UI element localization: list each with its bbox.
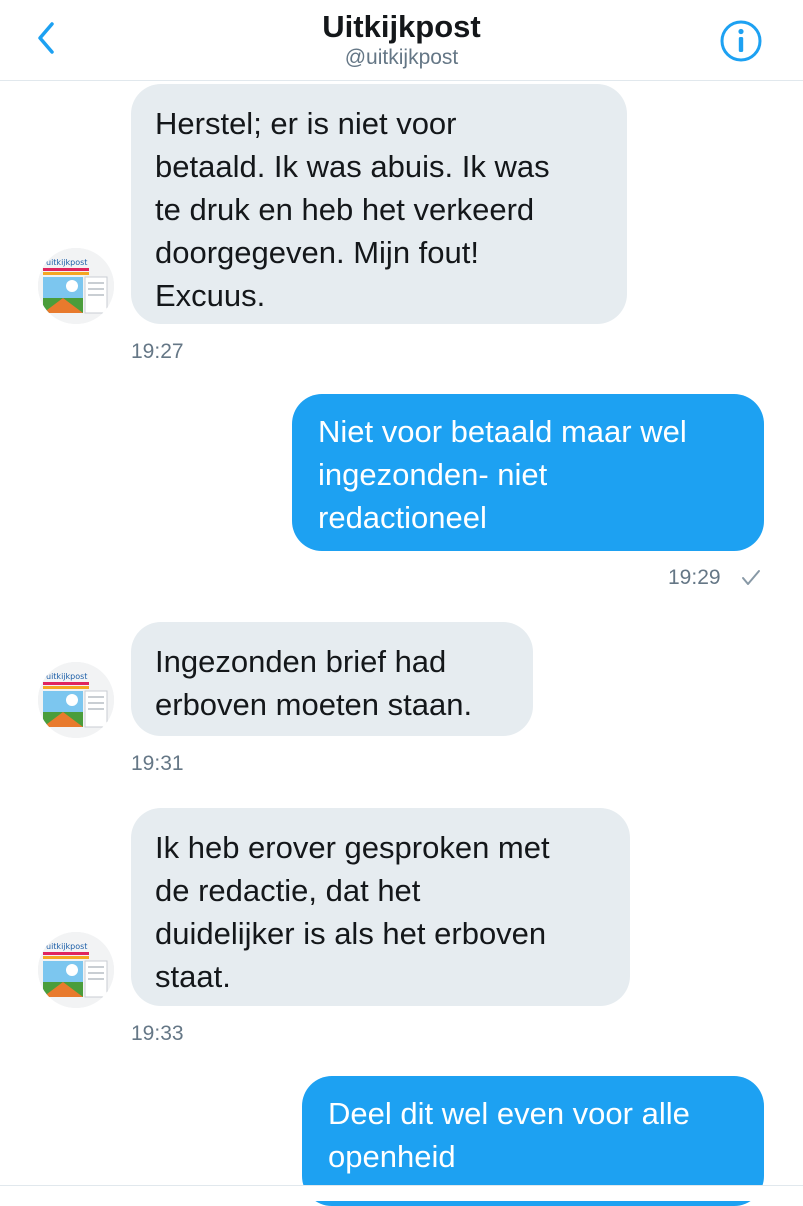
avatar[interactable]: uitkijkpost: [38, 248, 114, 324]
svg-text:uitkijkpost: uitkijkpost: [46, 942, 87, 951]
info-button[interactable]: [718, 18, 764, 64]
conversation-handle: @uitkijkpost: [344, 46, 459, 69]
avatar[interactable]: uitkijkpost: [38, 662, 114, 738]
avatar[interactable]: uitkijkpost: [38, 932, 114, 1008]
info-circle-icon: [720, 20, 762, 62]
avatar-logo-image: uitkijkpost: [38, 932, 114, 1008]
avatar-logo-image: uitkijkpost: [38, 662, 114, 738]
svg-text:uitkijkpost: uitkijkpost: [46, 258, 87, 267]
message-timestamp: 19:31: [131, 752, 184, 775]
svg-text:uitkijkpost: uitkijkpost: [46, 672, 87, 681]
message-bubble-incoming[interactable]: Herstel; er is niet voor betaald. Ik was…: [131, 84, 627, 324]
conversation-title: Uitkijkpost: [322, 9, 481, 44]
message-timestamp: 19:27: [131, 340, 184, 363]
message-timestamp: 19:33: [131, 1022, 184, 1045]
composer-divider: [0, 1185, 803, 1201]
message-bubble-outgoing[interactable]: Niet voor betaald maar wel ingezonden- n…: [292, 394, 764, 551]
conversation-header: Uitkijkpost @uitkijkpost: [0, 0, 803, 81]
message-bubble-incoming[interactable]: Ik heb erover gesproken met de redactie,…: [131, 808, 630, 1006]
message-timestamp: 19:29: [668, 566, 721, 589]
message-bubble-incoming[interactable]: Ingezonden brief had erboven moeten staa…: [131, 622, 533, 736]
avatar-logo-image: uitkijkpost: [38, 248, 114, 324]
check-icon: [742, 570, 760, 585]
